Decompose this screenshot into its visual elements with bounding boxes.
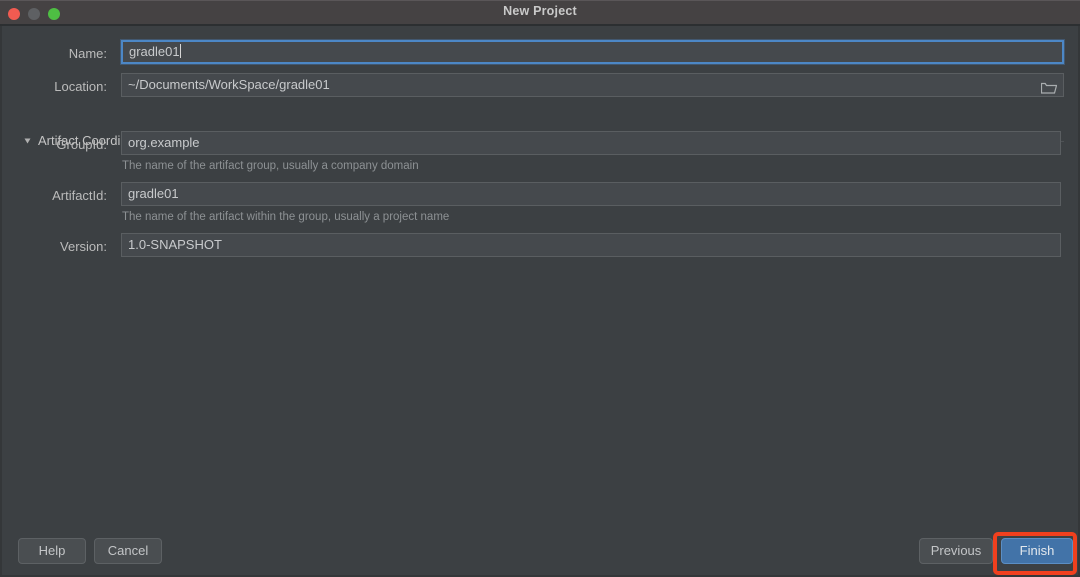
- version-input-value: 1.0-SNAPSHOT: [128, 237, 222, 252]
- previous-button[interactable]: Previous: [919, 538, 993, 564]
- artifact-id-input[interactable]: gradle01: [121, 182, 1061, 206]
- dialog-body: Name: gradle01 Location: ~/Documents/Wor…: [0, 26, 1080, 577]
- artifact-id-hint: The name of the artifact within the grou…: [122, 211, 450, 223]
- location-input[interactable]: ~/Documents/WorkSpace/gradle01: [121, 73, 1064, 97]
- cancel-button[interactable]: Cancel: [94, 538, 162, 564]
- location-label: Location:: [54, 79, 107, 94]
- text-caret: [179, 44, 181, 58]
- folder-icon[interactable]: [1040, 79, 1058, 94]
- artifact-id-label: ArtifactId:: [52, 188, 107, 203]
- window-title: New Project: [503, 4, 577, 18]
- group-id-label: GroupId:: [56, 137, 107, 152]
- artifact-id-input-value: gradle01: [128, 186, 179, 201]
- version-label: Version:: [60, 239, 107, 254]
- new-project-dialog: New Project Name: gradle01 Location: ~/D…: [0, 0, 1080, 577]
- name-input[interactable]: gradle01: [121, 40, 1064, 64]
- group-id-input-value: org.example: [128, 135, 200, 150]
- version-input[interactable]: 1.0-SNAPSHOT: [121, 233, 1061, 257]
- group-id-input[interactable]: org.example: [121, 131, 1061, 155]
- help-button[interactable]: Help: [18, 538, 86, 564]
- location-input-value: ~/Documents/WorkSpace/gradle01: [128, 77, 330, 92]
- finish-button[interactable]: Finish: [1001, 538, 1073, 564]
- name-input-value: gradle01: [129, 44, 180, 59]
- group-id-hint: The name of the artifact group, usually …: [122, 160, 419, 172]
- name-label: Name:: [68, 46, 107, 61]
